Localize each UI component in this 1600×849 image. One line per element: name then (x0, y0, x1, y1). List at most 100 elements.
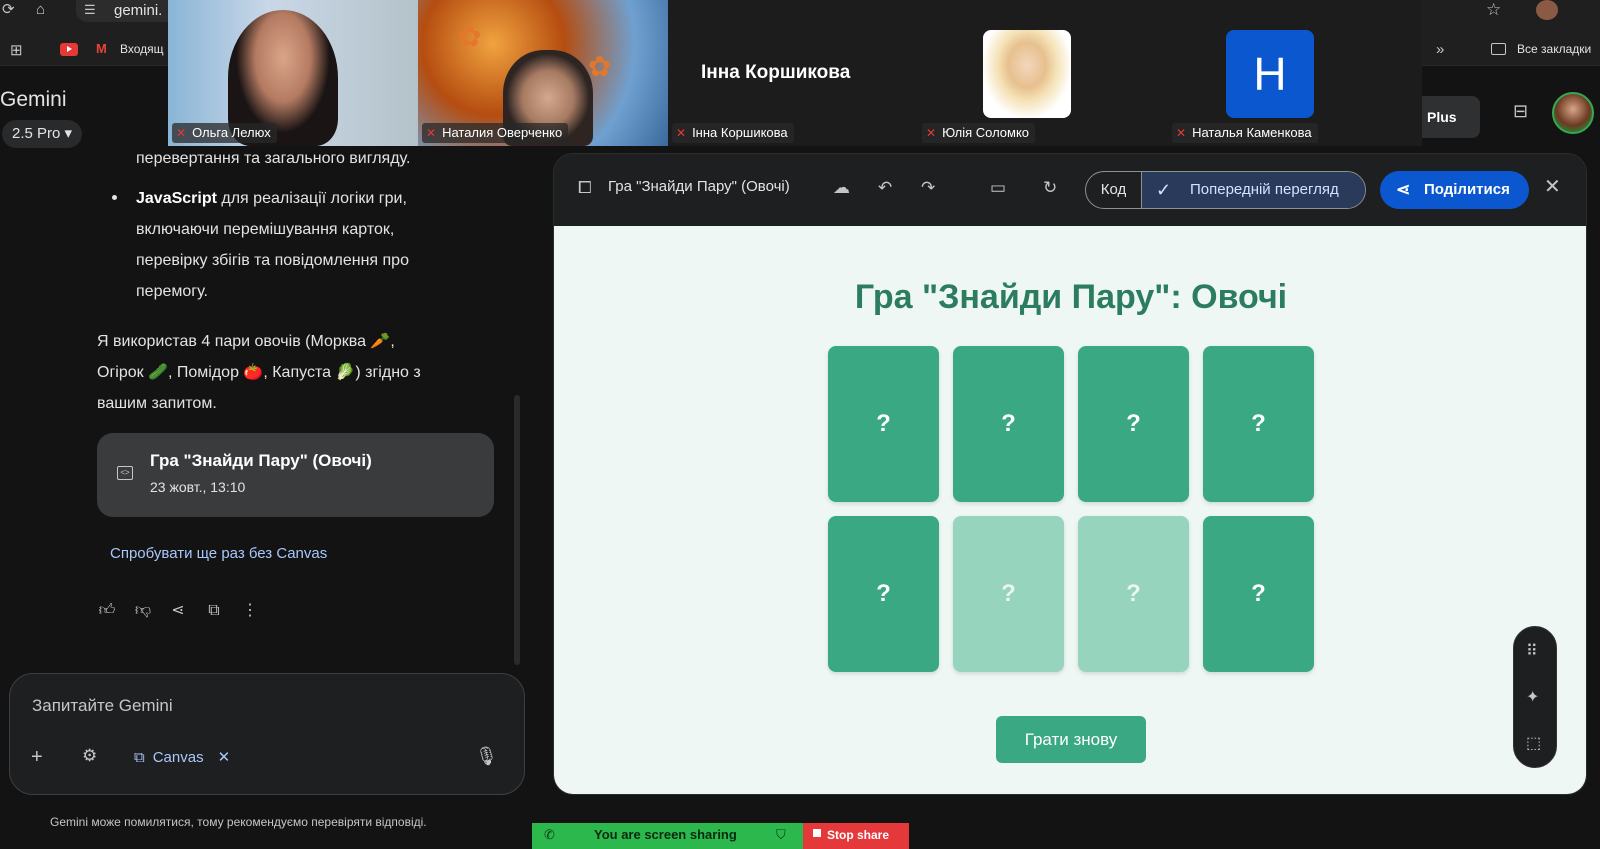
more-options-icon[interactable]: ⋮ (239, 600, 261, 622)
model-selector[interactable]: 2.5 Pro ▾ (2, 120, 83, 148)
prompt-input[interactable]: Запитайте Gemini + ⚙ ⧉ Canvas ✕ 🎙︎ (9, 673, 525, 795)
reload-icon[interactable]: ⟳ (2, 0, 15, 20)
tab-preview[interactable]: ✓ Попередній перегляд (1142, 172, 1365, 208)
refresh-icon[interactable]: ↻ (1043, 178, 1057, 198)
youtube-icon[interactable] (60, 43, 78, 56)
participant-avatar-letter: Н (1226, 30, 1314, 118)
prompt-placeholder: Запитайте Gemini (32, 696, 173, 715)
screen-sharing-bar: ✆ You are screen sharing ⛉ (532, 823, 810, 849)
memory-card[interactable]: ? (828, 516, 939, 672)
artifact-title: Гра "Знайди Пару" (Овочі) (150, 451, 372, 470)
select-icon[interactable]: ⬚ (1526, 733, 1541, 753)
mic-off-icon: ✕ (676, 126, 687, 140)
code-icon: ⧠ (578, 178, 592, 197)
close-canvas-icon[interactable]: ✕ (1544, 174, 1561, 199)
card-grid: ???????? (828, 346, 1315, 672)
drag-handle-icon[interactable]: ⠿ (1526, 641, 1538, 661)
check-icon: ✓ (1156, 180, 1172, 200)
url-text: gemini. (114, 2, 163, 19)
participant-tile[interactable]: ✕ Ольга Лелюх (168, 0, 418, 146)
copy-icon[interactable]: ⧉ (203, 600, 225, 622)
leaf-decoration: ✿ (588, 51, 612, 82)
game-heading: Гра "Знайди Пару": Овочі (854, 278, 1288, 316)
participant-name: Наталия Оверченко (442, 125, 563, 140)
thumbs-up-icon[interactable]: 👍︎ (96, 600, 118, 622)
add-icon[interactable]: + (31, 746, 43, 769)
chat-line: включаючи перемішування карток, (136, 221, 395, 238)
canvas-panel: ⧠ Гра "Знайди Пару" (Овочі) ☁ ↶ ↷ ▭ ↻ Ко… (553, 153, 1587, 795)
participant-tile[interactable]: ✿ ✿ ✕ Наталия Оверченко (418, 0, 668, 146)
retry-without-canvas-link[interactable]: Спробувати ще раз без Canvas (110, 545, 327, 562)
sparkle-icon[interactable]: ✦ (1526, 687, 1539, 707)
memory-card[interactable]: ? (953, 346, 1064, 502)
star-icon[interactable]: ☆ (1486, 0, 1501, 20)
memory-card[interactable]: ? (953, 516, 1064, 672)
chevron-down-icon: ▾ (64, 125, 73, 142)
stop-share-label: Stop share (827, 828, 890, 842)
shield-icon: ⛉ (776, 827, 786, 842)
participant-name: Інна Коршикова (692, 125, 788, 140)
play-again-button[interactable]: Грати знову (996, 716, 1146, 763)
floating-tools: ⠿ ✦ ⬚ (1513, 626, 1557, 768)
mic-off-icon: ✕ (176, 126, 187, 140)
mic-off-icon: ✕ (426, 126, 437, 140)
share-icon: ⋖ (1396, 180, 1411, 199)
history-icon[interactable]: ⊟ (1513, 101, 1528, 122)
profile-avatar-icon[interactable] (1536, 0, 1558, 20)
model-label: 2.5 Pro (12, 125, 61, 142)
memory-card[interactable]: ? (1078, 346, 1189, 502)
close-icon[interactable]: ✕ (218, 748, 231, 766)
participant-photo (983, 30, 1071, 118)
stop-share-button[interactable]: Stop share (803, 823, 909, 849)
console-icon[interactable]: ▭ (990, 178, 1006, 198)
stop-icon (813, 829, 821, 837)
all-bookmarks[interactable]: Все закладки (1517, 42, 1591, 56)
site-settings-icon[interactable]: ☰ (84, 0, 96, 20)
gemini-logo-text: Gemini (0, 88, 67, 111)
bookmark-inbox[interactable]: Входящ (120, 42, 164, 56)
tools-icon[interactable]: ⚙ (82, 746, 97, 766)
participant-name-tag: ✕ Ольга Лелюх (172, 123, 277, 143)
disclaimer: Gemini може помилятися, тому рекомендуєм… (50, 815, 427, 829)
memory-card[interactable]: ? (1203, 516, 1314, 672)
mic-off-icon: ✕ (926, 126, 937, 140)
code-icon: <> (117, 466, 133, 480)
microphone-icon[interactable]: 🎙︎ (475, 746, 498, 767)
participant-name-tag: ✕ Наталья Каменкова (1172, 123, 1318, 143)
artifact-card[interactable]: <> Гра "Знайди Пару" (Овочі) 23 жовт., 1… (97, 433, 494, 517)
participant-name-tag: ✕ Інна Коршикова (672, 123, 794, 143)
share-label: Поділитися (1424, 181, 1510, 198)
folder-icon (1491, 43, 1506, 55)
mic-off-icon: ✕ (1176, 126, 1187, 140)
thumbs-down-icon[interactable]: 👎︎ (132, 600, 154, 622)
chat-line: перевірку збігів та повідомлення про (136, 252, 409, 269)
gmail-icon[interactable]: M (96, 41, 107, 56)
more-bookmarks-icon[interactable]: » (1436, 40, 1444, 60)
user-avatar[interactable] (1552, 92, 1594, 134)
share-button[interactable]: ⋖ Поділитися (1380, 171, 1529, 209)
canvas-icon: ⧉ (134, 748, 145, 766)
redo-icon[interactable]: ↷ (921, 178, 935, 198)
chat-line: перемогу. (136, 283, 208, 300)
tab-code[interactable]: Код (1086, 172, 1142, 208)
share-icon[interactable]: ⋖ (167, 600, 189, 622)
memory-card[interactable]: ? (1078, 516, 1189, 672)
leaf-decoration: ✿ (458, 21, 482, 52)
view-toggle: Код ✓ Попередній перегляд (1085, 171, 1366, 209)
chat-scrollbar[interactable] (514, 395, 520, 665)
canvas-chip[interactable]: ⧉ Canvas ✕ (134, 748, 231, 767)
bullet-dot (112, 195, 117, 200)
sharing-status: You are screen sharing (594, 827, 737, 842)
cloud-icon[interactable]: ☁ (833, 178, 850, 198)
chat-line: Огірок 🥒, Помідор 🍅, Капуста 🥬) згідно з (97, 364, 421, 381)
apps-grid-icon[interactable]: ⊞ (10, 41, 23, 61)
memory-card[interactable]: ? (1203, 346, 1314, 502)
undo-icon[interactable]: ↶ (878, 178, 892, 198)
featured-participant-name: Інна Коршикова (701, 62, 851, 83)
participant-name-tag: ✕ Юлія Соломко (922, 123, 1036, 143)
video-call-strip: ✕ Ольга Лелюх ✿ ✿ ✕ Наталия Оверченко ✕ Інн… (168, 0, 1422, 146)
home-icon[interactable]: ⌂ (36, 0, 45, 20)
memory-card[interactable]: ? (828, 346, 939, 502)
tab-preview-label: Попередній перегляд (1190, 181, 1339, 198)
chat-line: Я використав 4 пари овочів (Морква 🥕, (97, 333, 395, 350)
